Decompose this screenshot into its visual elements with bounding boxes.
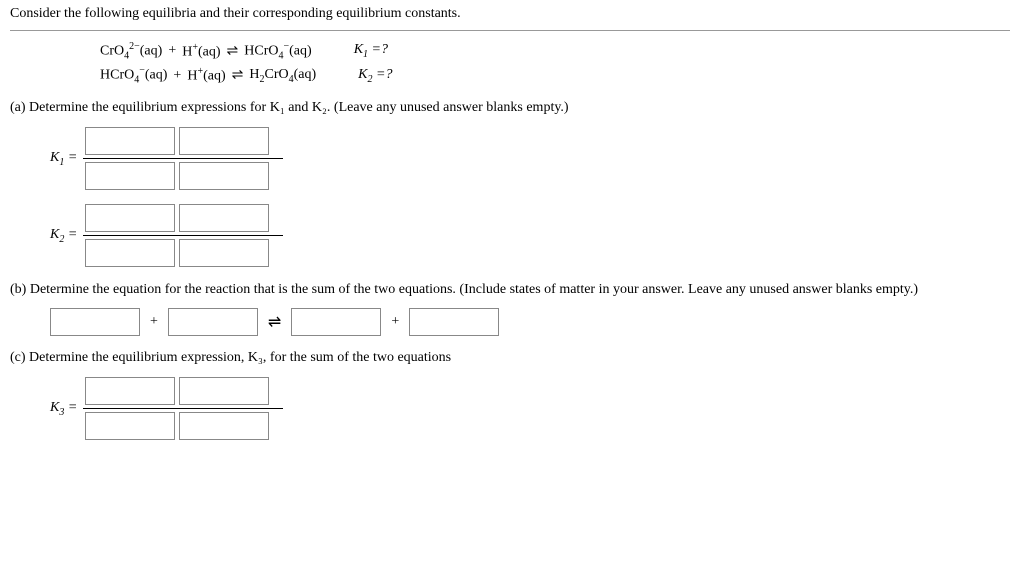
eq1-rhs1: HCrO4−(aq) bbox=[244, 41, 311, 61]
k1-symbol: K1 = bbox=[50, 150, 77, 168]
part-b-label: (b) bbox=[10, 282, 26, 298]
eq1-lhs2: H+(aq) bbox=[182, 42, 220, 61]
k2-numerator-1[interactable] bbox=[85, 204, 175, 232]
product-2[interactable] bbox=[409, 308, 499, 336]
k2-denominator-1[interactable] bbox=[85, 239, 175, 267]
part-a-label: (a) bbox=[10, 100, 26, 116]
k1-numerator-2[interactable] bbox=[179, 127, 269, 155]
k1-expression: K1 = bbox=[50, 124, 1010, 193]
plus-2: + bbox=[391, 314, 399, 330]
k3-numerator-1[interactable] bbox=[85, 377, 175, 405]
reactant-2[interactable] bbox=[168, 308, 258, 336]
eq2-arrow: ⇌ bbox=[232, 67, 244, 84]
k3-symbol: K3 = bbox=[50, 400, 77, 418]
eq1-plus: + bbox=[168, 43, 176, 59]
equation-2: HCrO4−(aq) + H+(aq) ⇌ H2CrO4(aq) K2 =? bbox=[100, 65, 1010, 85]
eq2-lhs1: HCrO4−(aq) bbox=[100, 65, 167, 85]
k3-denominator-2[interactable] bbox=[179, 412, 269, 440]
k3-denominator-1[interactable] bbox=[85, 412, 175, 440]
equilibria-block: CrO42−(aq) + H+(aq) ⇌ HCrO4−(aq) K1 =? H… bbox=[100, 41, 1010, 86]
reaction-arrow: ⇌ bbox=[268, 312, 281, 332]
k3-numerator-2[interactable] bbox=[179, 377, 269, 405]
part-c: (c) Determine the equilibrium expression… bbox=[10, 350, 1010, 443]
product-1[interactable] bbox=[291, 308, 381, 336]
eq2-plus: + bbox=[173, 68, 181, 84]
k2-numerator-2[interactable] bbox=[179, 204, 269, 232]
reaction-sum-row: + ⇌ + bbox=[50, 308, 1010, 336]
part-c-text: Determine the equilibrium expression, K₃… bbox=[29, 350, 451, 365]
k1-numerator-1[interactable] bbox=[85, 127, 175, 155]
part-b: (b) Determine the equation for the react… bbox=[10, 282, 1010, 336]
part-b-text: Determine the equation for the reaction … bbox=[30, 282, 918, 297]
eq1-K: K1 =? bbox=[354, 42, 388, 60]
k2-denominator-2[interactable] bbox=[179, 239, 269, 267]
k1-denominator-2[interactable] bbox=[179, 162, 269, 190]
k2-fraction bbox=[83, 201, 283, 270]
eq1-arrow: ⇌ bbox=[227, 43, 239, 60]
eq1-lhs1: CrO42−(aq) bbox=[100, 41, 162, 61]
k2-symbol: K2 = bbox=[50, 227, 77, 245]
eq2-K: K2 =? bbox=[358, 67, 392, 85]
eq2-lhs2: H+(aq) bbox=[187, 66, 225, 85]
part-a: (a) Determine the equilibrium expression… bbox=[10, 100, 1010, 270]
k1-denominator-1[interactable] bbox=[85, 162, 175, 190]
eq2-rhs1: H2CrO4(aq) bbox=[249, 67, 316, 85]
plus-1: + bbox=[150, 314, 158, 330]
k3-expression: K3 = bbox=[50, 374, 1010, 443]
k3-fraction bbox=[83, 374, 283, 443]
equation-1: CrO42−(aq) + H+(aq) ⇌ HCrO4−(aq) K1 =? bbox=[100, 41, 1010, 61]
part-a-text: Determine the equilibrium expressions fo… bbox=[29, 100, 569, 115]
top-divider bbox=[10, 30, 1010, 31]
intro-text: Consider the following equilibria and th… bbox=[10, 6, 1010, 22]
part-c-label: (c) bbox=[10, 350, 26, 366]
k1-fraction bbox=[83, 124, 283, 193]
reactant-1[interactable] bbox=[50, 308, 140, 336]
k2-expression: K2 = bbox=[50, 201, 1010, 270]
